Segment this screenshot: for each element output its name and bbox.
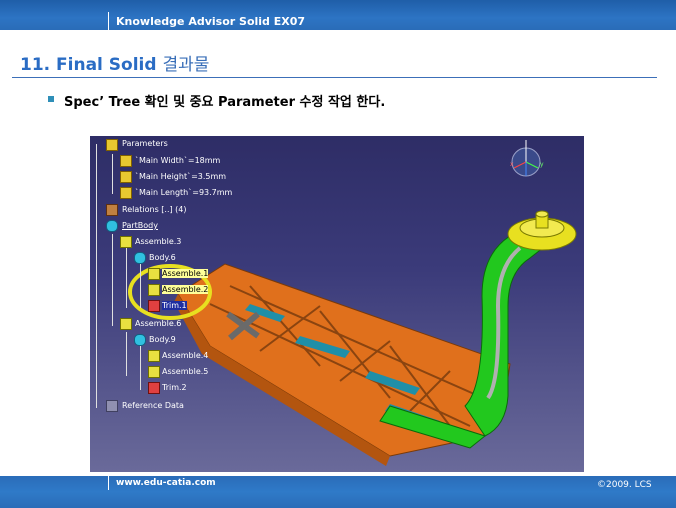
tree-item-partbody[interactable]: PartBody (122, 221, 158, 230)
reference-data-icon (106, 400, 118, 412)
parameter-icon (120, 171, 132, 183)
tree-item-param-width[interactable]: `Main Width`=18mm (135, 156, 220, 165)
slide-heading: 11. Final Solid 결과물 (20, 50, 209, 75)
parameter-icon (120, 155, 132, 167)
slide-title-kr: 결과물 (162, 55, 210, 75)
parameter-icon (120, 187, 132, 199)
cad-viewport[interactable]: x y Parameters `Main Width`=18mm `Main H… (90, 136, 584, 472)
tree-line (140, 264, 141, 308)
tree-item-param-length[interactable]: `Main Length`=93.7mm (135, 188, 232, 197)
tree-item-assemble3[interactable]: Assemble.3 (135, 237, 181, 246)
bullet-text: Spec’ Tree 확인 및 중요 Parameter 수정 작업 한다. (64, 95, 386, 110)
tree-item-trim1[interactable]: Trim.1 (162, 301, 187, 310)
footer-bar: www.edu-catia.com ©2009. LCS (0, 476, 676, 508)
heading-rule (12, 77, 657, 78)
assemble-icon (120, 236, 132, 248)
svg-text:x: x (510, 161, 514, 168)
tree-item-parameters[interactable]: Parameters (122, 139, 168, 148)
trim-icon (148, 382, 160, 394)
tree-line (96, 144, 97, 408)
tree-item-reference-data[interactable]: Reference Data (122, 401, 184, 410)
compass-icon[interactable]: x y (502, 136, 550, 182)
header-title: Knowledge Advisor Solid EX07 (116, 15, 306, 28)
tree-line (112, 154, 113, 194)
green-arm (464, 225, 549, 437)
assemble-icon (148, 350, 160, 362)
tree-item-body9[interactable]: Body.9 (149, 335, 176, 344)
tree-line (140, 346, 141, 390)
tree-item-assemble1[interactable]: Assemble.1 (162, 269, 209, 278)
tree-item-assemble4[interactable]: Assemble.4 (162, 351, 208, 360)
tree-item-assemble6[interactable]: Assemble.6 (135, 319, 181, 328)
tree-line (126, 248, 127, 308)
trim-icon (148, 300, 160, 312)
tree-item-assemble2[interactable]: Assemble.2 (162, 285, 209, 294)
body-icon (134, 334, 146, 346)
partbody-icon (106, 220, 118, 232)
spec-tree[interactable]: Parameters `Main Width`=18mm `Main Heigh… (90, 136, 290, 436)
tree-item-param-height[interactable]: `Main Height`=3.5mm (135, 172, 226, 181)
parameters-icon (106, 139, 118, 151)
bullet-marker (48, 96, 54, 102)
footer-copyright: ©2009. LCS (597, 480, 652, 490)
body-icon (134, 252, 146, 264)
tree-item-relations[interactable]: Relations [..] (4) (122, 205, 186, 214)
slide-number: 11. (20, 55, 51, 75)
slide-title-en: Final Solid (56, 55, 157, 75)
top-divider (108, 12, 109, 30)
footer-url[interactable]: www.edu-catia.com (116, 478, 216, 488)
svg-text:y: y (540, 161, 544, 168)
top-bar: Knowledge Advisor Solid EX07 (0, 0, 676, 30)
tree-item-trim2[interactable]: Trim.2 (162, 383, 187, 392)
tree-item-assemble5[interactable]: Assemble.5 (162, 367, 208, 376)
footer-divider (108, 476, 109, 490)
assemble-icon (120, 318, 132, 330)
assemble-icon (148, 268, 160, 280)
tree-line (126, 332, 127, 376)
tree-item-body6[interactable]: Body.6 (149, 253, 176, 262)
tree-line (112, 234, 113, 326)
assemble-icon (148, 284, 160, 296)
assemble-icon (148, 366, 160, 378)
relations-icon (106, 204, 118, 216)
